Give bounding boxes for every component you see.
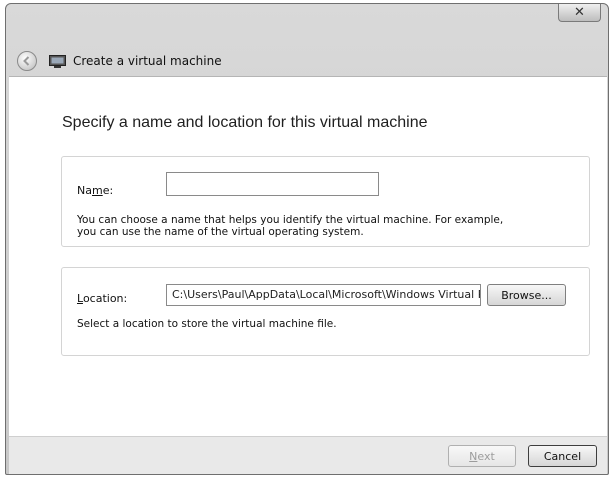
- location-input[interactable]: C:\Users\Paul\AppData\Local\Microsoft\Wi…: [166, 284, 481, 306]
- content-area: Specify a name and location for this vir…: [9, 76, 607, 437]
- close-icon: ✕: [574, 5, 585, 20]
- dialog-window: ✕ Create a virtual machine Specify a nam…: [5, 3, 609, 475]
- name-label: Name:: [77, 184, 114, 197]
- name-help-text: You can choose a name that helps you ide…: [77, 214, 503, 238]
- cancel-button[interactable]: Cancel: [528, 445, 597, 467]
- close-button[interactable]: ✕: [558, 4, 601, 22]
- page-heading: Specify a name and location for this vir…: [62, 114, 428, 131]
- virtual-pc-icon: [49, 55, 66, 68]
- name-help-line-2: you can use the name of the virtual oper…: [77, 226, 364, 238]
- name-group: Name: You can choose a name that helps y…: [61, 156, 590, 247]
- name-input[interactable]: [166, 172, 379, 196]
- window-title: Create a virtual machine: [73, 54, 222, 68]
- back-arrow-icon: [23, 56, 30, 66]
- footer-bar: Next Cancel: [9, 436, 607, 474]
- browse-button[interactable]: Browse...: [487, 284, 566, 306]
- next-button[interactable]: Next: [448, 445, 516, 467]
- navigation-bar: Create a virtual machine: [6, 44, 608, 74]
- location-group: Location: C:\Users\Paul\AppData\Local\Mi…: [61, 267, 590, 356]
- back-button[interactable]: [17, 51, 37, 71]
- name-help-line-1: You can choose a name that helps you ide…: [77, 214, 504, 226]
- location-help-text: Select a location to store the virtual m…: [77, 318, 337, 330]
- location-label: Location:: [77, 292, 128, 305]
